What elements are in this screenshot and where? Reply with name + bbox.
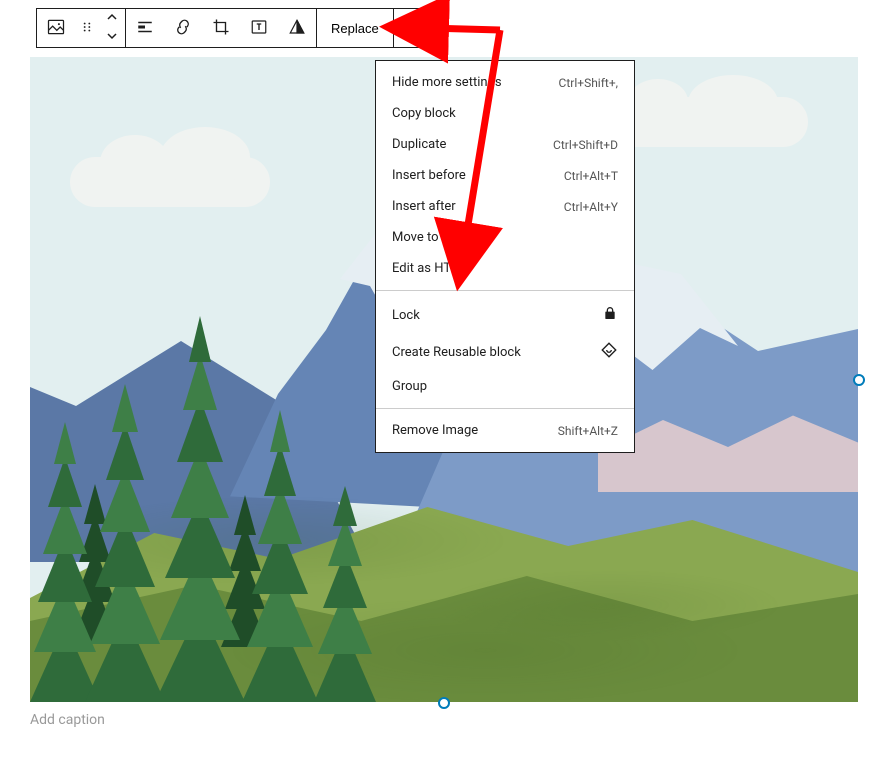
drag-handle-button[interactable] xyxy=(75,9,99,47)
menu-item-insert-after[interactable]: Insert after Ctrl+Alt+Y xyxy=(376,191,634,222)
block-toolbar: Replace xyxy=(36,8,433,48)
menu-item-shortcut: Shift+Alt+Z xyxy=(558,424,618,438)
text-overlay-icon xyxy=(250,18,268,39)
menu-item-label: Insert after xyxy=(392,199,456,214)
menu-item-shortcut: Ctrl+Alt+Y xyxy=(564,200,618,214)
caption-placeholder: Add caption xyxy=(30,712,105,728)
resize-handle-bottom[interactable] xyxy=(438,697,450,709)
menu-section-3: Remove Image Shift+Alt+Z xyxy=(376,409,634,452)
menu-item-edit-as-html[interactable]: Edit as HTML xyxy=(376,253,634,284)
menu-item-move-to[interactable]: Move to xyxy=(376,222,634,253)
menu-item-label: Remove Image xyxy=(392,423,478,438)
drag-icon xyxy=(80,20,94,37)
mover-control xyxy=(99,9,125,47)
resize-handle-right[interactable] xyxy=(853,374,865,386)
text-overlay-button[interactable] xyxy=(240,9,278,47)
menu-item-group[interactable]: Group xyxy=(376,371,634,402)
duotone-icon xyxy=(288,18,306,39)
more-options-button[interactable] xyxy=(394,9,432,47)
menu-item-shortcut: Ctrl+Shift+D xyxy=(553,138,618,152)
align-button[interactable] xyxy=(126,9,164,47)
kebab-icon xyxy=(404,18,422,39)
menu-item-copy-block[interactable]: Copy block xyxy=(376,98,634,129)
more-options-menu: Hide more settings Ctrl+Shift+, Copy blo… xyxy=(375,60,635,453)
crop-icon xyxy=(212,18,230,39)
toolbar-group-block xyxy=(37,9,126,47)
menu-item-insert-before[interactable]: Insert before Ctrl+Alt+T xyxy=(376,160,634,191)
duotone-button[interactable] xyxy=(278,9,316,47)
image-caption-input[interactable]: Add caption xyxy=(30,712,858,728)
reusable-icon xyxy=(600,341,618,363)
menu-item-label: Hide more settings xyxy=(392,75,502,90)
image-icon xyxy=(46,17,66,40)
align-icon xyxy=(136,18,154,39)
chevron-down-icon xyxy=(106,30,118,45)
move-up-button[interactable] xyxy=(99,9,125,28)
chevron-up-icon xyxy=(106,11,118,26)
menu-item-shortcut: Ctrl+Alt+T xyxy=(564,169,618,183)
menu-item-label: Create Reusable block xyxy=(392,345,521,360)
menu-item-label: Copy block xyxy=(392,106,456,121)
menu-item-label: Edit as HTML xyxy=(392,261,469,276)
menu-item-remove-image[interactable]: Remove Image Shift+Alt+Z xyxy=(376,415,634,446)
crop-button[interactable] xyxy=(202,9,240,47)
menu-item-duplicate[interactable]: Duplicate Ctrl+Shift+D xyxy=(376,129,634,160)
toolbar-group-format xyxy=(126,9,317,47)
menu-item-create-reusable-block[interactable]: Create Reusable block xyxy=(376,333,634,371)
replace-button[interactable]: Replace xyxy=(317,9,393,47)
menu-item-lock[interactable]: Lock xyxy=(376,297,634,333)
menu-item-hide-more-settings[interactable]: Hide more settings Ctrl+Shift+, xyxy=(376,67,634,98)
link-button[interactable] xyxy=(164,9,202,47)
menu-item-label: Duplicate xyxy=(392,137,446,152)
menu-item-label: Lock xyxy=(392,308,420,323)
lock-icon xyxy=(602,305,618,325)
menu-item-label: Insert before xyxy=(392,168,466,183)
link-icon xyxy=(174,18,192,39)
menu-item-shortcut: Ctrl+Shift+, xyxy=(559,76,618,90)
menu-section-1: Hide more settings Ctrl+Shift+, Copy blo… xyxy=(376,61,634,291)
replace-button-label: Replace xyxy=(331,21,379,36)
toolbar-group-more xyxy=(394,9,432,47)
menu-item-label: Group xyxy=(392,379,427,394)
move-down-button[interactable] xyxy=(99,28,125,47)
menu-section-2: Lock Create Reusable block Group xyxy=(376,291,634,409)
menu-item-label: Move to xyxy=(392,230,439,245)
toolbar-group-replace: Replace xyxy=(317,9,394,47)
block-type-button[interactable] xyxy=(37,9,75,47)
